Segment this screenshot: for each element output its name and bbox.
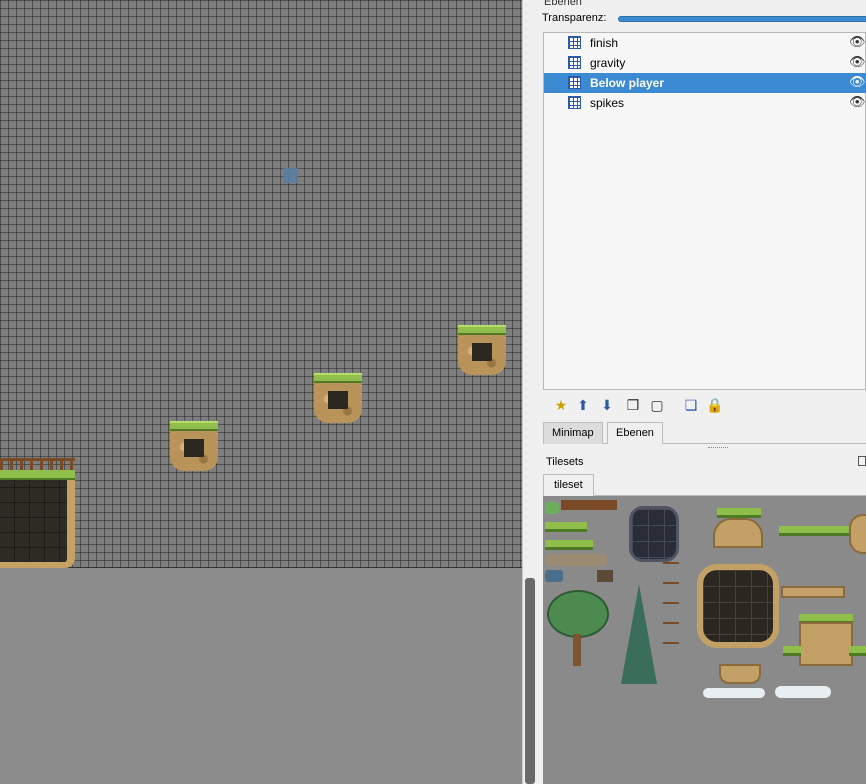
tab-tileset[interactable]: tileset — [543, 474, 594, 496]
tileset-tab-bar: tileset — [543, 474, 866, 496]
layer-name: Below player — [590, 76, 665, 90]
layers-list[interactable]: finish 👁 gravity 👁 Below player 👁 spikes… — [543, 32, 866, 390]
tile-layer-icon — [568, 36, 581, 49]
rock-mushroom-tiles[interactable] — [545, 554, 607, 566]
tile-cursor-highlight — [283, 168, 298, 183]
layer-row-gravity[interactable]: gravity 👁 — [544, 53, 866, 73]
tileset-view[interactable] — [543, 496, 866, 784]
layer-toolbar: ★ ⬆ ⬇ ❐ ▢ ❏ 🔒 — [548, 396, 866, 416]
dirt-tiles — [0, 480, 75, 568]
crystal-tile[interactable] — [545, 570, 563, 582]
eye-icon[interactable]: 👁 — [849, 75, 866, 89]
layers-panel-title: Ebenen — [544, 0, 582, 8]
grass-cave-top[interactable] — [799, 614, 853, 624]
duplicate-layer-icon[interactable]: ❐ — [624, 396, 642, 414]
layer-name: spikes — [590, 96, 625, 110]
layer-row-below-player[interactable]: Below player 👁 — [544, 73, 866, 93]
delete-layer-icon[interactable]: ▢ — [648, 396, 666, 414]
tab-minimap[interactable]: Minimap — [543, 422, 603, 444]
dark-octagon-tiles[interactable] — [629, 506, 679, 562]
rounded-top-tile[interactable] — [713, 518, 763, 548]
layer-row-spikes[interactable]: spikes 👁 — [544, 93, 866, 113]
grass-bridge-tiles[interactable] — [779, 526, 829, 536]
layer-row-finish[interactable]: finish 👁 — [544, 33, 866, 53]
tiled-editor-window: Ebenen Transparenz: finish 👁 gravity 👁 B… — [0, 0, 866, 784]
floating-platform-1 — [170, 421, 218, 471]
stone-ledge-tile[interactable] — [781, 586, 845, 598]
new-layer-icon[interactable]: ★ — [552, 396, 570, 414]
toggle-other-layers-icon[interactable]: ❏ — [682, 396, 700, 414]
undock-icon[interactable] — [858, 456, 866, 466]
small-grass-tile[interactable] — [783, 646, 801, 656]
map-viewport[interactable] — [0, 0, 522, 784]
opacity-slider[interactable] — [618, 16, 866, 22]
tile-layer-icon — [568, 76, 581, 89]
grass-tiles-small[interactable] — [545, 522, 587, 532]
dock-resize-grip[interactable] — [708, 447, 728, 450]
opacity-label: Transparenz: — [542, 12, 607, 24]
brown-octagon-tiles[interactable] — [697, 564, 779, 648]
stump-tile[interactable] — [597, 570, 613, 582]
ladder-tiles[interactable] — [663, 562, 679, 662]
tile-layer-icon — [568, 56, 581, 69]
tree-crown-tile[interactable] — [547, 590, 609, 638]
eye-icon[interactable]: 👁 — [849, 35, 866, 49]
lock-icon[interactable]: 🔒 — [706, 396, 724, 414]
cloud-tile-2[interactable] — [775, 686, 831, 698]
tab-layers[interactable]: Ebenen — [607, 422, 663, 444]
rock-edge-tile[interactable] — [849, 514, 866, 554]
grass-tiles-strip[interactable] — [545, 540, 593, 550]
floating-platform-3 — [458, 325, 506, 375]
scrollbar-thumb[interactable] — [525, 578, 535, 784]
map-canvas[interactable] — [0, 0, 522, 568]
opacity-row: Transparenz: — [542, 12, 866, 28]
small-grass-tile-2[interactable] — [849, 646, 866, 656]
sign-tiles[interactable] — [561, 500, 617, 510]
layer-name: finish — [590, 36, 619, 50]
grass-tiles — [0, 470, 75, 480]
raise-layer-icon[interactable]: ⬆ — [574, 396, 592, 414]
right-dock-panel: Ebenen Transparenz: finish 👁 gravity 👁 B… — [538, 0, 866, 784]
fence-tiles — [0, 458, 75, 470]
cave-tiles[interactable] — [799, 622, 853, 666]
ground-platform-tiles — [0, 458, 75, 568]
rock-bottom-tile[interactable] — [719, 664, 761, 684]
grass-top-tile[interactable] — [717, 508, 761, 518]
eye-icon[interactable]: 👁 — [849, 55, 866, 69]
tilesets-panel-title: Tilesets — [546, 456, 584, 468]
map-vertical-scrollbar[interactable] — [525, 0, 535, 784]
floating-platform-2 — [314, 373, 362, 423]
eye-icon[interactable]: 👁 — [849, 95, 866, 109]
dock-tab-bar: Minimap Ebenen — [543, 422, 866, 444]
pine-tree-tile[interactable] — [621, 584, 657, 684]
tree-trunk-tile[interactable] — [573, 634, 581, 666]
tile-layer-icon — [568, 96, 581, 109]
cloud-tile[interactable] — [703, 688, 765, 698]
layer-name: gravity — [590, 56, 626, 70]
bush-tile[interactable] — [545, 502, 559, 514]
lower-layer-icon[interactable]: ⬇ — [598, 396, 616, 414]
